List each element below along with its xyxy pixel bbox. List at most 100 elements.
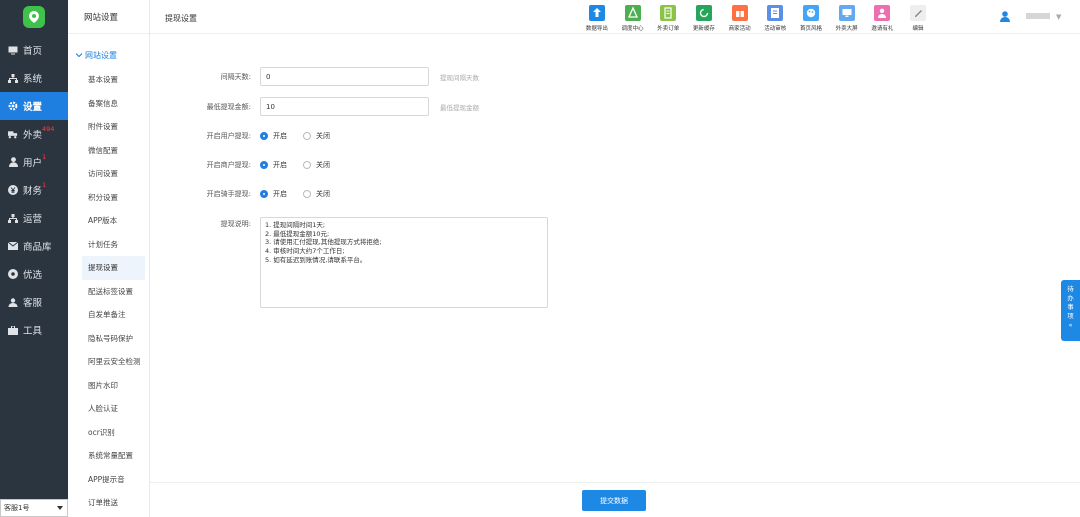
merchant-withdraw-on-radio[interactable]: 开启 — [260, 160, 287, 170]
screen-icon — [838, 5, 855, 21]
yen-icon — [8, 185, 18, 195]
app-logo[interactable] — [23, 6, 45, 28]
subnav-group[interactable]: 网站设置 — [68, 42, 149, 68]
sidebar-item-7[interactable]: 商品库 — [0, 232, 68, 260]
sidebar-item-8[interactable]: 优选 — [0, 260, 68, 288]
todo-tab-char: 项 — [1067, 312, 1074, 320]
tool-button[interactable]: 邀请有礼 — [865, 5, 901, 32]
sidebar-item-6[interactable]: 运营 — [0, 204, 68, 232]
user-withdraw-off-radio[interactable]: 关闭 — [303, 131, 330, 141]
gift-icon — [731, 5, 748, 21]
user-withdraw-row: 开启用户提现: 开启 关闭 — [150, 131, 346, 141]
min-amount-input[interactable]: 10 — [260, 97, 429, 116]
tool-button[interactable]: 更新缓存 — [686, 5, 722, 32]
todo-tab[interactable]: 待办事项 « — [1061, 280, 1080, 341]
tool-label: 数据导出 — [585, 26, 608, 32]
notification-badge: 494 — [42, 125, 55, 133]
tool-button[interactable]: 数据导出 — [579, 5, 615, 32]
sidebar-item-1[interactable]: 系统 — [0, 64, 68, 92]
tool-label: 邀请有礼 — [871, 26, 894, 32]
upload-icon — [588, 5, 605, 21]
user-icon — [8, 157, 18, 167]
merchant-withdraw-row: 开启商户提现: 开启 关闭 — [150, 160, 346, 170]
sidebar-item-4[interactable]: 用户 1 — [0, 148, 68, 176]
subnav-item[interactable]: 备案信息 — [68, 92, 149, 116]
page-title: 提现设置 — [165, 14, 197, 23]
description-textarea[interactable]: 1. 提现间隔时间1天; 2. 最低提现金额10元; 3. 请使用汇付提现,其他提现… — [260, 217, 548, 308]
location-pin-icon — [29, 11, 39, 23]
main-sidebar: 首页 系统 设置 外卖 494 用户 1 财务 1 运营 商品库 优选 客服 工具 客服1号 — [0, 0, 68, 517]
notification-badge: 1 — [42, 153, 47, 161]
tool-button[interactable]: 外卖大屏 — [829, 5, 865, 32]
tool-button[interactable]: 编辑 — [900, 5, 936, 32]
subnav-item[interactable]: 访问设置 — [68, 162, 149, 186]
sitemap-icon — [8, 213, 18, 223]
min-amount-label: 最低提现金额: — [206, 102, 251, 111]
subnav-item[interactable]: 微信配置 — [68, 139, 149, 163]
todo-tab-char: « — [1068, 321, 1073, 329]
sidebar-item-label: 财务 — [23, 186, 43, 197]
user-name[interactable] — [1026, 13, 1050, 19]
subnav-item[interactable]: 自发单备注 — [68, 303, 149, 327]
tool-button[interactable]: 商家活动 — [722, 5, 758, 32]
clipboard-icon — [660, 5, 677, 21]
todo-tab-char: 办 — [1067, 294, 1074, 302]
min-amount-row: 最低提现金额: 10 最低提现金额 — [150, 97, 479, 116]
tool-button[interactable]: 外卖订单 — [650, 5, 686, 32]
tool-label: 商家活动 — [728, 26, 751, 32]
subnav-item[interactable]: APP提示音 — [68, 468, 149, 492]
tool-button[interactable]: 调度中心 — [615, 5, 651, 32]
subnav-item[interactable]: APP版本 — [68, 209, 149, 233]
todo-tab-char: 事 — [1067, 303, 1074, 311]
description-line: 1. 提现间隔时间1天; — [265, 221, 326, 229]
flag-icon — [767, 5, 784, 21]
sidebar-item-label: 外卖 — [23, 130, 43, 141]
subnav-item[interactable]: 人脸认证 — [68, 397, 149, 421]
top-bar: 提现设置 数据导出 调度中心 外卖订单 更新缓存 商家活动 活动审核 首页风格 外卖大屏 邀请有… — [150, 0, 1080, 34]
sidebar-item-9[interactable]: 客服 — [0, 288, 68, 316]
description-line: 5. 如有延迟到账情况,请联系平台。 — [265, 255, 367, 264]
service-select-value: 客服1号 — [4, 504, 30, 512]
service-select[interactable]: 客服1号 — [0, 499, 68, 517]
user-avatar-icon[interactable] — [1000, 11, 1010, 24]
delivery-icon — [8, 129, 18, 139]
subnav-item[interactable]: 隐私号码保护 — [68, 327, 149, 351]
subnav-item[interactable]: 系统常量配置 — [68, 444, 149, 468]
settings-subnav: 网站设置 网站设置 基本设置 备案信息 附件设置 微信配置 访问设置 积分设置 APP版本计… — [68, 0, 150, 517]
subnav-item[interactable]: 基本设置 — [68, 68, 149, 92]
main-nav: 首页 系统 设置 外卖 494 用户 1 财务 1 运营 商品库 优选 客服 工具 — [0, 36, 68, 344]
subnav-item[interactable]: 阿里云安全检测 — [68, 350, 149, 374]
interval-days-row: 间隔天数: 0 提现间隔天数 — [150, 67, 479, 86]
subnav-item[interactable]: 订单推送 — [68, 491, 149, 515]
subnav-item[interactable]: 附件设置 — [68, 115, 149, 139]
sidebar-item-label: 工具 — [23, 326, 43, 337]
user-withdraw-on-radio[interactable]: 开启 — [260, 131, 287, 141]
sidebar-item-10[interactable]: 工具 — [0, 316, 68, 344]
mail-icon — [8, 241, 18, 251]
subnav-item[interactable]: 计划任务 — [68, 233, 149, 257]
sidebar-item-0[interactable]: 首页 — [0, 36, 68, 64]
rider-withdraw-on-radio[interactable]: 开启 — [260, 189, 287, 199]
sidebar-item-label: 商品库 — [23, 242, 52, 253]
chevron-down-icon[interactable]: ▼ — [1056, 13, 1061, 21]
tool-label: 调度中心 — [621, 26, 644, 32]
rider-withdraw-off-radio[interactable]: 关闭 — [303, 189, 330, 199]
tool-button[interactable]: 首页风格 — [793, 5, 829, 32]
sidebar-item-2[interactable]: 设置 — [0, 92, 68, 120]
interval-days-label: 间隔天数: — [220, 72, 251, 81]
interval-days-input[interactable]: 0 — [260, 67, 429, 86]
subnav-item[interactable]: ocr识别 — [68, 421, 149, 445]
tool-button[interactable]: 活动审核 — [757, 5, 793, 32]
description-row: 提现说明: 1. 提现间隔时间1天; 2. 最低提现金额10元; 3. 请使用汇付提… — [150, 217, 548, 308]
sidebar-item-5[interactable]: 财务 1 — [0, 176, 68, 204]
sidebar-item-3[interactable]: 外卖 494 — [0, 120, 68, 148]
subnav-item[interactable]: 配送标签设置 — [68, 280, 149, 304]
pencil-icon — [910, 5, 927, 21]
merchant-withdraw-off-radio[interactable]: 关闭 — [303, 160, 330, 170]
sidebar-item-label: 系统 — [23, 74, 43, 85]
subnav-item[interactable]: 图片水印 — [68, 374, 149, 398]
subnav-item[interactable]: 提现设置 — [82, 256, 145, 280]
submit-button[interactable]: 提交数据 — [582, 490, 646, 511]
chevron-down-icon — [57, 504, 63, 512]
subnav-item[interactable]: 积分设置 — [68, 186, 149, 210]
